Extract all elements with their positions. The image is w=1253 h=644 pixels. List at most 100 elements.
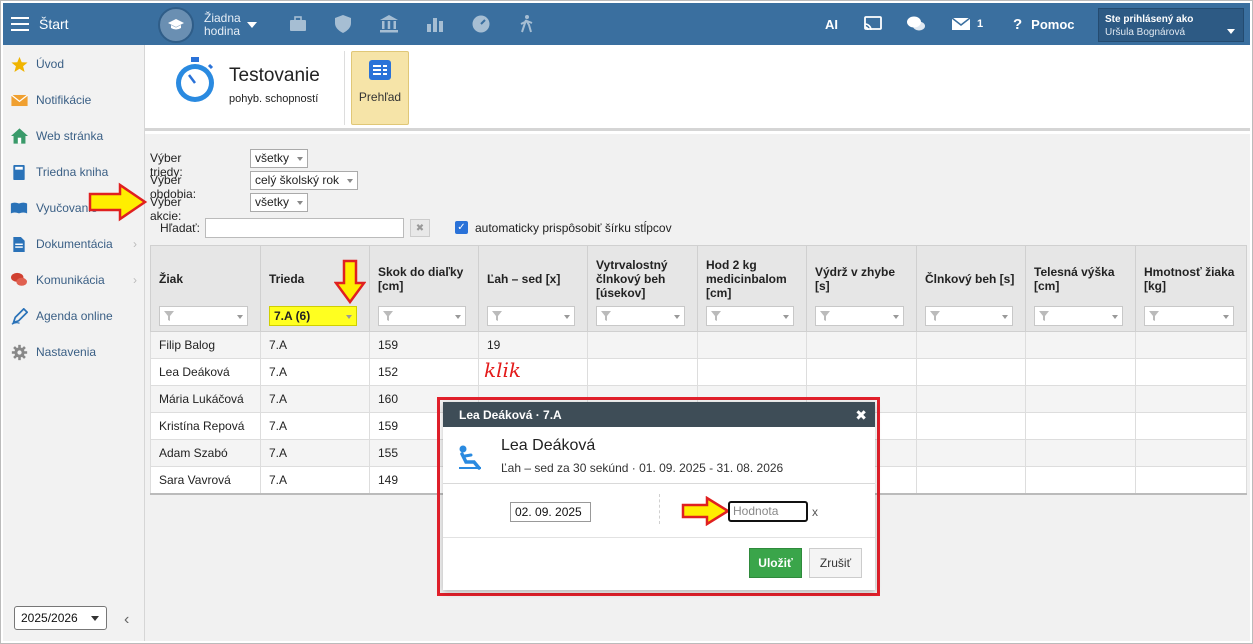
column-filter[interactable] <box>378 306 466 326</box>
chat-bubbles-icon[interactable] <box>906 15 926 33</box>
table-cell[interactable] <box>1135 358 1247 386</box>
table-cell[interactable] <box>916 439 1026 467</box>
sidebar-item-agenda-online[interactable]: Agenda online <box>3 298 145 334</box>
column-filter[interactable] <box>1144 306 1234 326</box>
table-row[interactable]: Lea Deáková 7.A 152 <box>150 358 1247 386</box>
table-cell[interactable] <box>916 358 1026 386</box>
user-label: Ste prihlásený ako <box>1105 14 1194 25</box>
search-label: Hľadať: <box>160 221 201 235</box>
situps-cell[interactable]: 19 <box>478 331 588 359</box>
table-cell[interactable] <box>916 466 1026 495</box>
arrow-right-annotation-icon <box>681 496 731 526</box>
action-select[interactable]: všetky <box>250 193 309 212</box>
table-cell[interactable] <box>697 358 807 386</box>
clear-search-button[interactable]: ✖ <box>410 219 430 237</box>
table-cell[interactable] <box>1025 385 1136 413</box>
cast-icon[interactable] <box>863 15 883 33</box>
sidebar-item-komunikacia[interactable]: Komunikácia › <box>3 262 145 298</box>
class-column-filter[interactable]: 7.A (6) <box>269 306 357 326</box>
start-menu-button[interactable]: Štart <box>3 3 145 45</box>
bank-icon[interactable] <box>379 14 399 34</box>
auto-width-checkbox[interactable]: ✓ <box>455 221 468 234</box>
chevron-down-icon <box>1112 315 1118 319</box>
table-cell[interactable] <box>806 358 917 386</box>
chevron-down-icon <box>237 315 243 319</box>
column-filter[interactable] <box>815 306 904 326</box>
collapse-sidebar-icon[interactable]: ‹ <box>124 611 129 629</box>
table-cell[interactable] <box>587 358 698 386</box>
long-jump-cell[interactable]: 152 <box>369 358 479 386</box>
table-cell[interactable] <box>1025 412 1136 440</box>
click-annotation: klik <box>484 358 522 382</box>
table-cell[interactable] <box>1135 385 1247 413</box>
situp-icon <box>459 445 481 470</box>
unit-label: x <box>812 505 818 519</box>
arrow-down-annotation-icon <box>334 259 366 305</box>
column-header[interactable]: Výdrž v zhybe [s] <box>806 245 917 332</box>
column-header[interactable]: Hmotnosť žiaka [kg] <box>1135 245 1247 332</box>
column-header[interactable]: Hod 2 kg medicinbalom [cm] <box>697 245 807 332</box>
column-filter[interactable] <box>925 306 1013 326</box>
column-filter[interactable] <box>487 306 575 326</box>
sidebar-item-label: Web stránka <box>36 129 104 143</box>
table-cell[interactable] <box>1025 331 1136 359</box>
ai-button[interactable]: AI <box>825 17 838 32</box>
help-button[interactable]: ? Pomoc <box>1013 16 1075 33</box>
sidebar-item-web-stranka[interactable]: Web stránka <box>3 118 145 154</box>
table-cell[interactable] <box>1135 466 1247 495</box>
column-filter[interactable] <box>159 306 248 326</box>
table-cell[interactable] <box>1025 358 1136 386</box>
table-cell[interactable] <box>1135 331 1247 359</box>
save-button[interactable]: Uložiť <box>749 548 802 578</box>
sidebar-item-label: Úvod <box>36 57 65 71</box>
table-row[interactable]: Filip Balog 7.A 159 19 <box>150 331 1247 359</box>
envelope-icon[interactable] <box>951 15 971 33</box>
sidebar-item-notifikacie[interactable]: Notifikácie <box>3 82 145 118</box>
search-input[interactable] <box>205 218 404 238</box>
class-cell: 7.A <box>260 385 370 413</box>
column-header[interactable]: Žiak <box>150 245 261 332</box>
shield-icon[interactable] <box>333 14 353 34</box>
bar-chart-icon[interactable] <box>425 14 445 34</box>
table-cell[interactable] <box>806 331 917 359</box>
sidebar-item-dokumentacia[interactable]: Dokumentácia › <box>3 226 145 262</box>
cancel-button[interactable]: Zrušiť <box>809 548 862 578</box>
sidebar-item-uvod[interactable]: Úvod <box>3 46 145 82</box>
user-menu[interactable]: Ste prihlásený ako Uršula Bognárová <box>1098 8 1244 42</box>
table-cell[interactable] <box>697 331 807 359</box>
table-cell[interactable] <box>587 331 698 359</box>
column-header[interactable]: Ľah – sed [x] <box>478 245 588 332</box>
close-icon[interactable]: ✖ <box>855 407 867 424</box>
value-input[interactable]: Hodnota <box>728 501 808 522</box>
table-cell[interactable] <box>916 385 1026 413</box>
column-header[interactable]: Člnkový beh [s] <box>916 245 1026 332</box>
sidebar-item-label: Nastavenia <box>36 345 97 359</box>
column-filter[interactable] <box>596 306 685 326</box>
column-filter[interactable] <box>1034 306 1123 326</box>
table-cell[interactable] <box>916 412 1026 440</box>
date-input[interactable]: 02. 09. 2025 <box>510 502 591 522</box>
sidebar-item-nastavenia[interactable]: Nastavenia <box>3 334 145 370</box>
column-header[interactable]: Skok do diaľky [cm] <box>369 245 479 332</box>
column-header[interactable]: Telesná výška [cm] <box>1025 245 1136 332</box>
page-title: Testovanie <box>229 65 320 86</box>
long-jump-cell[interactable]: 159 <box>369 331 479 359</box>
overview-button[interactable]: Prehľad <box>351 51 409 125</box>
class-select[interactable]: všetky <box>250 149 309 168</box>
table-cell[interactable] <box>1025 439 1136 467</box>
student-name-heading: Lea Deáková <box>501 437 596 454</box>
column-filter[interactable] <box>706 306 794 326</box>
table-cell[interactable] <box>916 331 1026 359</box>
table-cell[interactable] <box>1135 439 1247 467</box>
lesson-selector[interactable]: Žiadna hodina <box>158 7 257 43</box>
hiking-icon[interactable] <box>517 14 537 34</box>
school-year-select[interactable]: 2025/2026 <box>14 606 107 630</box>
briefcase-icon[interactable] <box>288 14 308 34</box>
gauge-icon[interactable] <box>471 14 491 34</box>
hamburger-icon <box>11 17 29 31</box>
table-cell[interactable] <box>1025 466 1136 495</box>
student-name: Lea Deáková <box>150 358 261 386</box>
table-cell[interactable] <box>1135 412 1247 440</box>
period-select[interactable]: celý školský rok <box>250 171 359 190</box>
column-header[interactable]: Vytrvalostný člnkový beh [úsekov] <box>587 245 698 332</box>
